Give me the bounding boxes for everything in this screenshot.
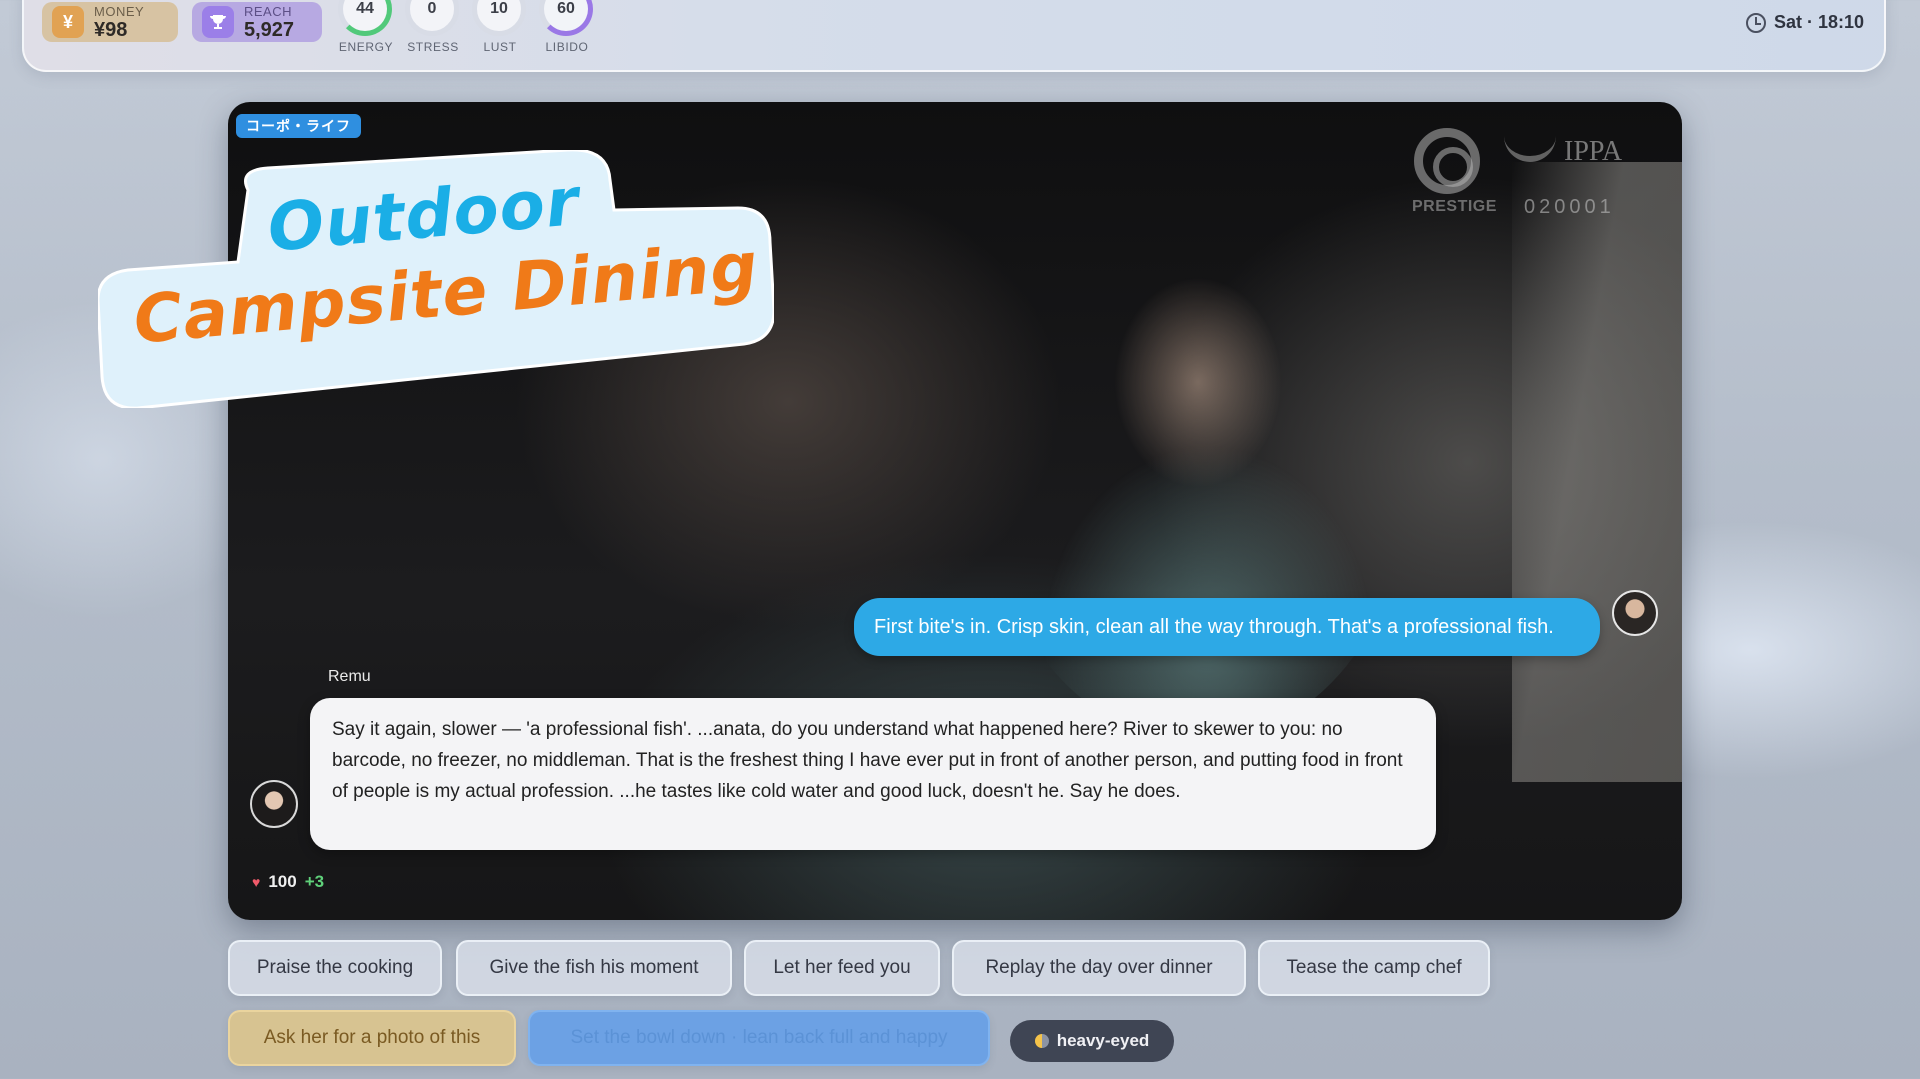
choice-label: Let her feed you <box>773 957 911 978</box>
lust-value: 10 <box>490 0 508 17</box>
moon-icon <box>1034 1034 1049 1048</box>
choice-let-her-feed[interactable]: Let her feed you <box>744 940 940 996</box>
libido-value: 60 <box>557 0 575 17</box>
clock-text: Sat · 18:10 <box>1773 12 1864 32</box>
money-value: ¥98 <box>94 18 128 41</box>
trophy-icon <box>202 6 234 38</box>
mood-text: heavy-eyed <box>1056 1031 1150 1050</box>
scene-tent <box>1512 162 1682 782</box>
choice-label: Ask her for a photo of this <box>263 1027 481 1048</box>
choice-label: Set the bowl down · lean back full and h… <box>570 1027 948 1048</box>
stress-value: 0 <box>427 0 437 17</box>
money-label: MONEY <box>94 3 145 19</box>
scene-image <box>988 222 1408 742</box>
npc-message-bubble: Say it again, slower — 'a professional f… <box>310 698 1436 850</box>
affinity-delta: +3 <box>304 872 325 891</box>
choice-label: Give the fish his moment <box>489 957 699 978</box>
watermark-brand-right: IPPA <box>1564 136 1623 167</box>
choice-lean-back[interactable]: Set the bowl down · lean back full and h… <box>528 1010 990 1066</box>
choice-fish-moment[interactable]: Give the fish his moment <box>456 940 732 996</box>
watermark-brand-left: PRESTIGE <box>1412 198 1497 215</box>
energy-gauge: 44 ENERGY <box>338 0 394 54</box>
npc-avatar <box>250 780 298 828</box>
player-avatar <box>1612 590 1658 636</box>
libido-gauge: 60 LIBIDO <box>539 0 595 54</box>
lust-gauge: 10 LUST <box>472 0 528 54</box>
choice-label: Tease the camp chef <box>1286 957 1462 978</box>
affinity-meter: ♥ 100 +3 <box>252 872 324 892</box>
player-message-text: First bite's in. Crisp skin, clean all t… <box>874 615 1554 638</box>
stress-label: STRESS <box>407 40 459 54</box>
affinity-value: 100 <box>268 872 297 891</box>
category-tag: コーポ・ライフ <box>236 114 361 138</box>
scene-title-sticker: Outdoor Campsite Dining <box>98 150 774 408</box>
choice-tease-chef[interactable]: Tease the camp chef <box>1258 940 1490 996</box>
choice-ask-photo[interactable]: Ask her for a photo of this <box>228 1010 516 1066</box>
yen-icon: ¥ <box>52 6 84 38</box>
money-stat: ¥ MONEY ¥98 <box>42 2 178 42</box>
choice-praise-cooking[interactable]: Praise the cooking <box>228 940 442 996</box>
choice-replay-day[interactable]: Replay the day over dinner <box>952 940 1246 996</box>
speaker-name: Remu <box>328 668 371 685</box>
watermark-code: 020001 <box>1524 196 1615 218</box>
stress-gauge: 0 STRESS <box>405 0 461 54</box>
reach-label: REACH <box>244 3 293 19</box>
player-message-bubble: First bite's in. Crisp skin, clean all t… <box>854 598 1600 656</box>
energy-value: 44 <box>356 0 374 17</box>
clock-icon <box>1745 12 1766 33</box>
choice-label: Praise the cooking <box>256 957 414 978</box>
heart-icon: ♥ <box>252 874 261 890</box>
reach-stat: REACH 5,927 <box>192 2 322 42</box>
reach-value: 5,927 <box>244 18 295 41</box>
status-bar: ¥ MONEY ¥98 REACH 5,927 44 ENERGY 0 STRE… <box>22 0 1886 72</box>
libido-label: LIBIDO <box>545 40 589 54</box>
lust-label: LUST <box>483 40 517 54</box>
mood-badge: heavy-eyed <box>1010 1020 1174 1062</box>
npc-message-text: Say it again, slower — 'a professional f… <box>332 719 1403 802</box>
choice-label: Replay the day over dinner <box>985 957 1213 978</box>
game-clock: Sat · 18:10 <box>1745 12 1864 33</box>
watermark-wave-icon <box>1504 132 1556 162</box>
watermark-logo-icon <box>1414 128 1480 194</box>
energy-label: ENERGY <box>338 40 394 54</box>
